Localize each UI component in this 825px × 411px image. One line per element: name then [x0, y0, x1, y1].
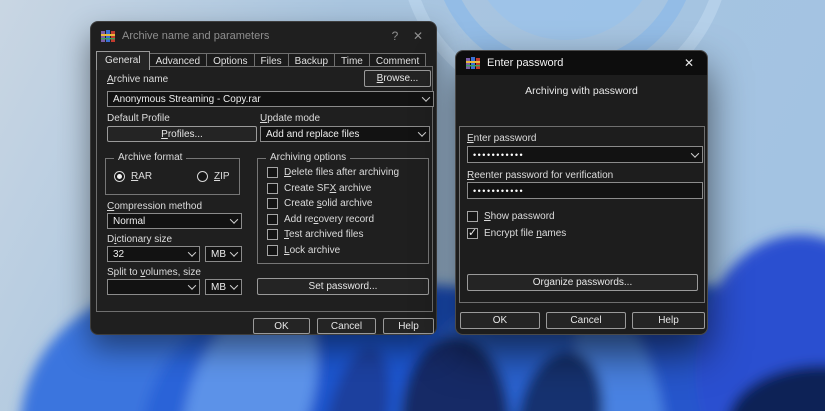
reenter-password-input[interactable]: ••••••••••• — [467, 182, 703, 199]
update-mode-value: Add and replace files — [261, 129, 414, 140]
cancel-button[interactable]: Cancel — [317, 318, 376, 334]
tab[interactable]: General — [96, 51, 150, 70]
checkbox — [267, 167, 278, 178]
help-button[interactable]: Help — [632, 312, 705, 329]
compression-method-label: Compression method — [107, 201, 202, 212]
checkbox-row[interactable]: Lock archive — [267, 245, 340, 256]
radio-button — [197, 171, 208, 182]
ok-button[interactable]: OK — [253, 318, 310, 334]
checkbox-row[interactable]: Encrypt file names — [467, 228, 566, 239]
chevron-down-icon[interactable] — [226, 247, 241, 261]
enter-password-label: Enter password — [467, 133, 536, 144]
chevron-down-icon[interactable] — [414, 127, 429, 141]
dictionary-size-combobox[interactable]: 32 — [107, 246, 200, 262]
checkbox-row[interactable]: Delete files after archiving — [267, 167, 399, 178]
archive-name-label: Archive name — [107, 74, 168, 85]
set-password-button[interactable]: Set password... — [257, 278, 429, 295]
general-tab-panel: Archive name Browse... Anonymous Streami… — [96, 66, 433, 312]
checkbox — [267, 229, 278, 240]
password-value: ••••••••••• — [468, 150, 687, 160]
chevron-down-icon[interactable] — [418, 92, 433, 106]
checkbox-row[interactable]: Create solid archive — [267, 198, 372, 209]
password-dialog: Enter password ✕ Archiving with password… — [455, 50, 708, 335]
radio-row[interactable]: ZIP — [197, 171, 230, 182]
split-volumes-label: Split to volumes, size — [107, 267, 201, 278]
archiving-with-password-text: Archiving with password — [456, 85, 707, 97]
dictionary-size-label: Dictionary size — [107, 234, 172, 245]
chevron-down-icon[interactable] — [687, 147, 702, 162]
dictionary-unit-value: MB — [206, 249, 226, 260]
cancel-button[interactable]: Cancel — [546, 312, 626, 329]
default-profile-label: Default Profile — [107, 113, 170, 124]
profiles-button[interactable]: Profiles... — [107, 126, 257, 142]
archiving-options-legend: Archiving options — [266, 152, 350, 163]
browse-button[interactable]: Browse... — [364, 70, 431, 87]
close-icon[interactable]: ✕ — [681, 56, 697, 70]
password-dialog-title: Enter password — [487, 57, 563, 69]
chevron-down-icon[interactable] — [184, 247, 199, 261]
checkbox — [267, 245, 278, 256]
reenter-password-label: Reenter password for verification — [467, 170, 613, 181]
password-dialog-titlebar: Enter password ✕ — [456, 51, 707, 75]
checkbox-row[interactable]: Add recovery record — [267, 214, 374, 225]
help-titlebar-button[interactable]: ? — [387, 29, 403, 43]
organize-passwords-button[interactable]: Organize passwords... — [467, 274, 698, 291]
archive-name-value: Anonymous Streaming - Copy.rar — [108, 94, 418, 105]
desktop: Archive name and parameters ? ✕ GeneralA… — [0, 0, 825, 411]
update-mode-combobox[interactable]: Add and replace files — [260, 126, 430, 142]
chevron-down-icon[interactable] — [184, 280, 199, 294]
winrar-icon — [101, 30, 115, 42]
ok-button[interactable]: OK — [460, 312, 540, 329]
checkbox-row[interactable]: Show password — [467, 211, 555, 222]
compression-method-value: Normal — [108, 216, 226, 227]
archive-format-legend: Archive format — [114, 152, 186, 163]
archive-dialog: Archive name and parameters ? ✕ GeneralA… — [90, 21, 437, 335]
split-unit-combobox[interactable]: MB — [205, 279, 242, 295]
checkbox-row[interactable]: Test archived files — [267, 229, 363, 240]
radio-button — [114, 171, 125, 182]
checkbox — [467, 211, 478, 222]
checkbox — [267, 214, 278, 225]
checkbox — [267, 183, 278, 194]
split-volumes-combobox[interactable] — [107, 279, 200, 295]
checkbox — [267, 198, 278, 209]
password-input[interactable]: ••••••••••• — [467, 146, 703, 163]
checkbox — [467, 228, 478, 239]
split-unit-value: MB — [206, 282, 226, 293]
close-icon[interactable]: ✕ — [410, 29, 426, 43]
help-button[interactable]: Help — [383, 318, 434, 334]
archive-dialog-titlebar: Archive name and parameters ? ✕ — [91, 22, 436, 49]
compression-method-combobox[interactable]: Normal — [107, 213, 242, 229]
dictionary-size-value: 32 — [108, 249, 184, 260]
radio-row[interactable]: RAR — [114, 171, 152, 182]
winrar-icon — [466, 57, 480, 69]
chevron-down-icon[interactable] — [226, 280, 241, 294]
reenter-password-value: ••••••••••• — [468, 186, 702, 196]
archive-name-combobox[interactable]: Anonymous Streaming - Copy.rar — [107, 91, 434, 107]
archive-dialog-title: Archive name and parameters — [122, 30, 269, 42]
archiving-options-group: Archiving options Delete files after arc… — [257, 158, 429, 264]
checkbox-row[interactable]: Create SFX archive — [267, 183, 371, 194]
chevron-down-icon[interactable] — [226, 214, 241, 228]
archive-format-group: Archive format RAR ZIP — [105, 158, 240, 195]
dictionary-unit-combobox[interactable]: MB — [205, 246, 242, 262]
update-mode-label: Update mode — [260, 113, 320, 124]
